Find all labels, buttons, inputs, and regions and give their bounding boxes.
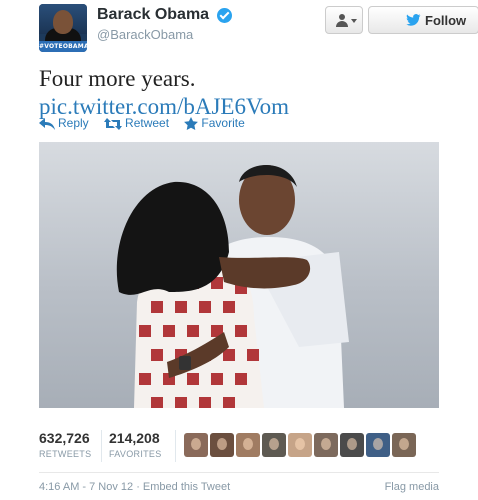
- favoriter-avatars: [184, 433, 418, 462]
- favorite-count-label: FAVORITES: [109, 449, 162, 459]
- flag-media-link[interactable]: Flag media: [385, 481, 439, 493]
- embrace-photo-illustration: [116, 164, 349, 408]
- chevron-down-icon: [351, 19, 357, 23]
- star-icon: [184, 117, 199, 130]
- follow-button[interactable]: Follow: [368, 6, 478, 34]
- avatar-banner: #VOTEOBAMA: [39, 41, 87, 52]
- favoriter-avatar[interactable]: [288, 433, 312, 457]
- favoriter-avatar[interactable]: [262, 433, 286, 457]
- favorite-label: Favorite: [201, 116, 245, 130]
- avatar-face: [53, 10, 73, 34]
- user-handle[interactable]: @BarackObama: [97, 27, 232, 42]
- retweet-label: Retweet: [125, 116, 170, 130]
- avatar[interactable]: #VOTEOBAMA: [39, 4, 87, 52]
- tweet-footer: 4:16 AM - 7 Nov 12 · Embed this Tweet Fl…: [39, 481, 439, 493]
- retweet-count-label: RETWEETS: [39, 449, 92, 459]
- tweet-body: Four more years. pic.twitter.com/bAJE6Vo…: [39, 65, 289, 121]
- favoriter-avatar[interactable]: [236, 433, 260, 457]
- retweet-button[interactable]: Retweet: [104, 116, 169, 130]
- reply-icon: [39, 118, 55, 130]
- favorite-count-value: 214,208: [109, 430, 160, 446]
- reply-label: Reply: [58, 116, 89, 130]
- footer-divider: [39, 472, 439, 473]
- favoriter-avatar[interactable]: [340, 433, 364, 457]
- favoriter-avatar[interactable]: [366, 433, 390, 457]
- favoriter-avatar[interactable]: [392, 433, 416, 457]
- person-icon: [336, 14, 348, 27]
- tweet-stats: 632,726 RETWEETS 214,208 FAVORITES: [39, 430, 439, 464]
- reply-button[interactable]: Reply: [39, 116, 89, 130]
- follow-label: Follow: [425, 13, 467, 28]
- tweet-meta[interactable]: 4:16 AM - 7 Nov 12 · Embed this Tweet: [39, 481, 230, 493]
- user-info: Barack Obama @BarackObama: [97, 6, 232, 42]
- stats-divider: [101, 430, 102, 462]
- stats-divider: [175, 430, 176, 462]
- favoriter-avatar[interactable]: [184, 433, 208, 457]
- display-name[interactable]: Barack Obama: [97, 6, 209, 24]
- retweet-icon: [104, 118, 123, 130]
- favoriter-avatar[interactable]: [314, 433, 338, 457]
- favorite-button[interactable]: Favorite: [184, 116, 245, 130]
- twitter-bird-icon: [406, 14, 421, 26]
- retweet-count[interactable]: 632,726 RETWEETS: [39, 430, 91, 459]
- user-actions-dropdown-button[interactable]: [325, 6, 363, 34]
- verified-badge-icon: [216, 7, 232, 23]
- tweet-photo[interactable]: [39, 142, 439, 408]
- tweet-text: Four more years.: [39, 66, 196, 91]
- favoriter-avatar[interactable]: [210, 433, 234, 457]
- tweet-actions: Reply Retweet Favorite: [39, 116, 257, 132]
- tweet-header: #VOTEOBAMA Barack Obama @BarackObama Fol…: [39, 4, 478, 54]
- retweet-count-value: 632,726: [39, 430, 90, 446]
- favorite-count[interactable]: 214,208 FAVORITES: [109, 430, 162, 459]
